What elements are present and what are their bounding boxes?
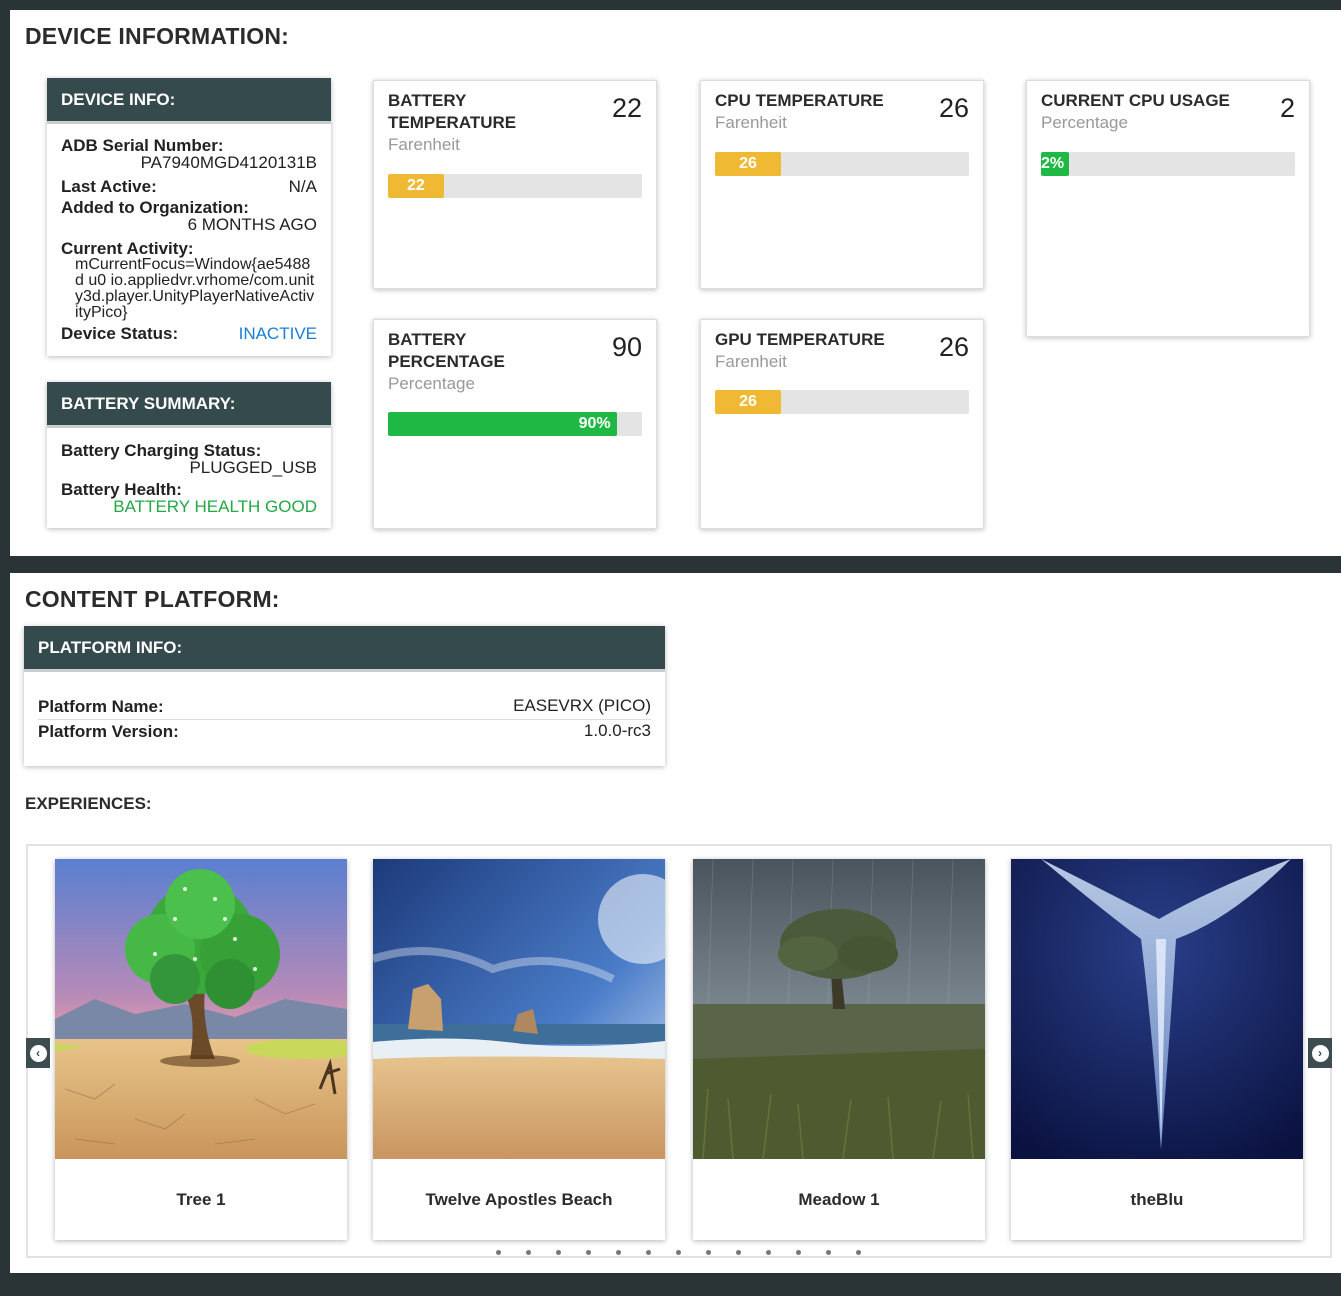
metric-progress-bar: 26 <box>715 152 969 176</box>
metric-unit: Farenheit <box>715 352 787 371</box>
metric-value: 2 <box>1279 93 1295 123</box>
device-info-header: DEVICE INFO: <box>47 78 331 124</box>
battery-health-value: BATTERY HEALTH GOOD <box>113 497 317 516</box>
metric-card-battery-temperature: BATTERY TEMPERATURE Farenheit 22 22 <box>373 80 657 289</box>
experience-thumbnail[interactable] <box>1011 859 1303 1159</box>
carousel-next-button[interactable]: › <box>1308 1038 1332 1068</box>
experience-card-twelve-apostles-beach[interactable]: Twelve Apostles Beach <box>373 859 665 1240</box>
metric-unit: Percentage <box>1041 113 1128 132</box>
last-active-label: Last Active: <box>61 177 157 196</box>
metric-progress-fill: 22 <box>388 174 444 198</box>
current-activity-value: mCurrentFocus=Window{ae5488d u0 io.appli… <box>75 256 315 321</box>
chevron-left-circle-icon: ‹ <box>29 1044 47 1062</box>
metric-title-text: CURRENT CPU USAGE <box>1041 91 1230 110</box>
metric-title: BATTERY PERCENTAGE Percentage <box>388 329 558 395</box>
carousel-dot[interactable] <box>586 1250 591 1255</box>
battery-summary-card: BATTERY SUMMARY: Battery Charging Status… <box>47 382 331 528</box>
battery-health-label: Battery Health: <box>61 480 182 499</box>
metric-progress-fill: 26 <box>715 390 782 414</box>
content-platform-section: CONTENT PLATFORM: PLATFORM INFO: Platfor… <box>10 573 1341 1273</box>
metric-title: CPU TEMPERATURE Farenheit <box>715 90 915 134</box>
metric-progress-fill: 26 <box>715 152 782 176</box>
platform-version-label: Platform Version: <box>38 722 179 741</box>
charging-status-value: PLUGGED_USB <box>189 458 317 477</box>
experience-card-theblu[interactable]: theBlu <box>1011 859 1303 1240</box>
experience-card-tree-1[interactable]: Tree 1 <box>55 859 347 1240</box>
carousel-dot[interactable] <box>856 1250 861 1255</box>
metric-card-gpu-temperature: GPU TEMPERATURE Farenheit 26 26 <box>700 319 984 529</box>
metric-unit: Farenheit <box>388 135 460 154</box>
platform-name-row: Platform Name: EASEVRX (PICO) <box>38 696 651 720</box>
adb-serial-label: ADB Serial Number: <box>61 136 224 155</box>
platform-version-value: 1.0.0-rc3 <box>583 721 651 740</box>
carousel-dot[interactable] <box>766 1250 771 1255</box>
carousel-dot[interactable] <box>496 1250 501 1255</box>
experience-card-meadow-1[interactable]: Meadow 1 <box>693 859 985 1240</box>
metric-card-cpu-temperature: CPU TEMPERATURE Farenheit 26 26 <box>700 80 984 289</box>
experience-thumbnail[interactable] <box>55 859 347 1159</box>
carousel-dot[interactable] <box>646 1250 651 1255</box>
added-to-org-value: 6 MONTHS AGO <box>187 215 317 234</box>
experience-thumbnail[interactable] <box>373 859 665 1159</box>
device-information-title: DEVICE INFORMATION: <box>25 23 290 49</box>
adb-serial-value: PA7940MGD4120131B <box>140 153 317 172</box>
metric-title-text: CPU TEMPERATURE <box>715 91 884 110</box>
carousel-pagination <box>496 1250 861 1255</box>
device-status-value: INACTIVE <box>238 324 317 343</box>
carousel-dot[interactable] <box>676 1250 681 1255</box>
carousel-dot[interactable] <box>736 1250 741 1255</box>
metric-value: 90 <box>611 332 642 362</box>
metric-title: CURRENT CPU USAGE Percentage <box>1041 90 1261 134</box>
battery-summary-header: BATTERY SUMMARY: <box>47 382 331 428</box>
device-status-row: Device Status: INACTIVE <box>61 325 317 343</box>
metric-title-text: BATTERY TEMPERATURE <box>388 91 517 132</box>
experiences-title: EXPERIENCES: <box>25 794 152 813</box>
metric-progress-fill: 2% <box>1041 152 1069 176</box>
metric-progress-fill: 90% <box>388 412 617 436</box>
device-information-section: DEVICE INFORMATION: DEVICE INFO: ADB Ser… <box>10 10 1341 556</box>
content-platform-title: CONTENT PLATFORM: <box>25 586 280 612</box>
last-active-value: N/A <box>288 177 317 196</box>
current-activity-label: Current Activity: <box>61 239 194 258</box>
metric-progress-bar: 22 <box>388 174 642 198</box>
experience-thumbnail[interactable] <box>693 859 985 1159</box>
experience-name[interactable]: theBlu <box>1011 1159 1303 1240</box>
carousel-dot[interactable] <box>826 1250 831 1255</box>
added-to-org-label: Added to Organization: <box>61 198 249 217</box>
metric-title-text: BATTERY PERCENTAGE <box>388 330 505 371</box>
metric-progress-bar: 26 <box>715 390 969 414</box>
platform-name-label: Platform Name: <box>38 697 164 716</box>
platform-version-row: Platform Version: 1.0.0-rc3 <box>38 721 651 743</box>
metric-card-battery-percentage: BATTERY PERCENTAGE Percentage 90 90% <box>373 319 657 529</box>
platform-info-header: PLATFORM INFO: <box>24 626 665 672</box>
platform-info-card: PLATFORM INFO: Platform Name: EASEVRX (P… <box>24 626 665 766</box>
carousel-dot[interactable] <box>796 1250 801 1255</box>
metric-progress-bar: 2% <box>1041 152 1295 176</box>
metric-unit: Farenheit <box>715 113 787 132</box>
metric-title-text: GPU TEMPERATURE <box>715 330 885 349</box>
metric-card-cpu-usage: CURRENT CPU USAGE Percentage 2 2% <box>1026 80 1310 337</box>
metric-value: 26 <box>938 332 969 362</box>
last-active-row: Last Active: N/A <box>61 178 317 196</box>
device-status-label: Device Status: <box>61 324 179 343</box>
metric-title: GPU TEMPERATURE Farenheit <box>715 329 915 373</box>
metric-progress-bar: 90% <box>388 412 642 436</box>
carousel-dot[interactable] <box>616 1250 621 1255</box>
metric-value: 26 <box>938 93 969 123</box>
charging-status-label: Battery Charging Status: <box>61 441 262 460</box>
experience-name[interactable]: Tree 1 <box>55 1159 347 1240</box>
experiences-carousel: Tree 1 Twelve Apostles Beach Meadow 1 th… <box>26 844 1332 1258</box>
carousel-dot[interactable] <box>526 1250 531 1255</box>
carousel-prev-button[interactable]: ‹ <box>26 1038 50 1068</box>
metric-title: BATTERY TEMPERATURE Farenheit <box>388 90 558 156</box>
carousel-dot[interactable] <box>556 1250 561 1255</box>
metric-value: 22 <box>611 93 642 123</box>
platform-name-value: EASEVRX (PICO) <box>513 696 651 715</box>
experience-name[interactable]: Twelve Apostles Beach <box>373 1159 665 1240</box>
chevron-right-circle-icon: › <box>1311 1044 1329 1062</box>
experience-name[interactable]: Meadow 1 <box>693 1159 985 1240</box>
carousel-dot[interactable] <box>706 1250 711 1255</box>
metric-unit: Percentage <box>388 374 475 393</box>
device-info-card: DEVICE INFO: ADB Serial Number: PA7940MG… <box>47 78 331 356</box>
